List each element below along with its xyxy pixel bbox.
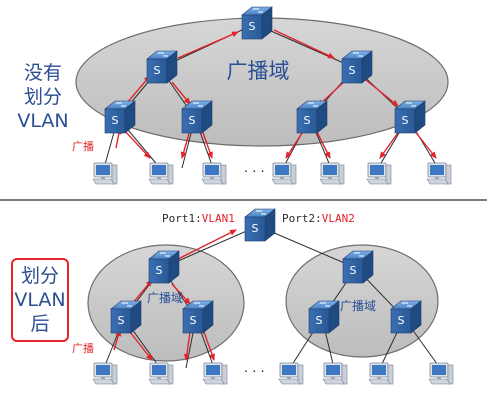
with-vlan-label: 划分 VLAN 后 <box>11 258 69 342</box>
switch-icon <box>241 6 273 40</box>
with-vlan-label-line: 后 <box>30 313 50 335</box>
switch-icon <box>390 300 422 334</box>
ellipsis: · · · <box>244 165 265 180</box>
switch-label: S <box>154 64 161 77</box>
switch-icon <box>244 208 276 242</box>
broadcast-label: 广播 <box>72 341 94 355</box>
port1-vlan: VLAN1 <box>202 212 235 225</box>
switch-icon <box>110 300 142 334</box>
switch-label: S <box>190 314 197 327</box>
pc-icon <box>368 362 394 385</box>
pc-icon <box>202 362 228 385</box>
port2-vlan: VLAN2 <box>322 212 355 225</box>
bottom-section: S S S S S S S Port1:VLAN1 Port2:VLAN2 广播… <box>72 208 454 385</box>
switch-label: S <box>398 314 405 327</box>
ellipsis: · · · <box>244 365 265 380</box>
switch-icon <box>341 50 373 84</box>
pc-icon <box>271 162 297 185</box>
switch-label: S <box>112 114 119 127</box>
switch-label: S <box>189 114 196 127</box>
switch-label: S <box>118 314 125 327</box>
switch-icon <box>104 100 136 134</box>
pc-icon <box>428 362 454 385</box>
switch-icon <box>308 300 340 334</box>
with-vlan-label-line: VLAN <box>14 289 66 311</box>
switch-label: S <box>402 114 409 127</box>
switch-icon <box>342 250 374 284</box>
no-vlan-label-line: 没有 <box>23 62 62 84</box>
pc-icon <box>201 162 227 185</box>
switch-label: S <box>304 114 311 127</box>
switch-icon <box>296 100 328 134</box>
switch-icon <box>148 250 180 284</box>
pc-icon <box>426 162 452 185</box>
switch-label: S <box>252 222 259 235</box>
pc-icon <box>148 362 174 385</box>
pc-icon <box>148 162 174 185</box>
switch-label: S <box>349 64 356 77</box>
broadcast-domain-label-left: 广播域 <box>147 291 183 305</box>
with-vlan-label-line: 划分 <box>20 265 59 287</box>
broadcast-domain-label: 广播域 <box>227 59 290 83</box>
port2-prefix: Port2: <box>282 212 322 225</box>
pc-icon <box>319 162 345 185</box>
port1-label: Port1:VLAN1 <box>162 212 235 225</box>
port2-label: Port2:VLAN2 <box>282 212 355 225</box>
switch-label: S <box>350 264 357 277</box>
switch-icon <box>394 100 426 134</box>
switch-icon <box>181 100 213 134</box>
no-vlan-label-line: 划分 <box>23 86 62 108</box>
switch-label: S <box>316 314 323 327</box>
no-vlan-label-line: VLAN <box>17 110 69 132</box>
broadcast-label: 广播 <box>72 139 94 153</box>
broadcast-domain-label-right: 广播域 <box>340 299 376 313</box>
pc-icon <box>92 162 118 185</box>
switch-icon <box>182 300 214 334</box>
switch-label: S <box>249 20 256 33</box>
pc-icon <box>322 362 348 385</box>
switch-label: S <box>156 264 163 277</box>
top-section: S S S S S S S 广播域 广播 · · · <box>72 6 452 185</box>
port1-prefix: Port1: <box>162 212 202 225</box>
no-vlan-label: 没有 划分 VLAN <box>8 61 78 133</box>
pc-icon <box>92 362 118 385</box>
pc-icon <box>278 362 304 385</box>
pc-icon <box>366 162 392 185</box>
switch-icon <box>146 50 178 84</box>
